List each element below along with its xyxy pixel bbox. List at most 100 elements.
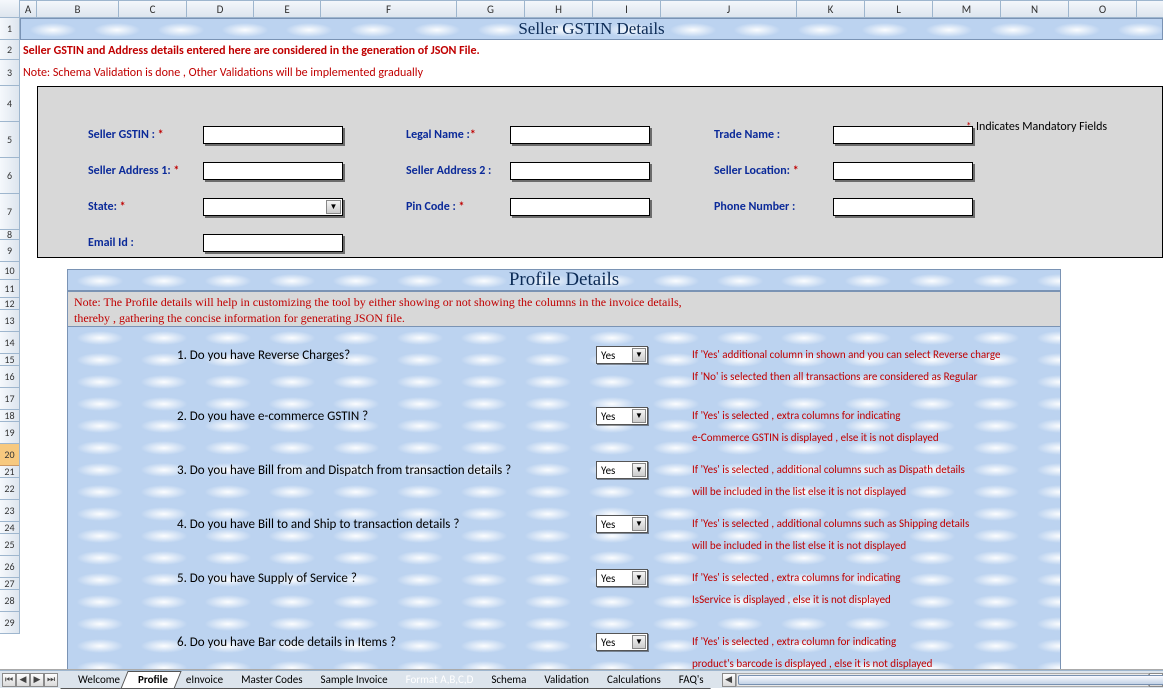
input-seller-gstin[interactable] — [203, 126, 343, 144]
tab-nav-last[interactable]: ⏭ — [44, 673, 58, 687]
row-header-17[interactable]: 17 — [0, 388, 19, 410]
label-seller-addr1: Seller Address 1: * — [88, 164, 179, 178]
col-header-C[interactable]: C — [119, 0, 187, 17]
select-all-corner[interactable] — [0, 0, 20, 18]
row-header-21[interactable]: 21 — [0, 466, 19, 478]
tab-nav-next[interactable]: ▶ — [30, 673, 44, 687]
profile-title: Profile Details — [67, 269, 1061, 291]
col-header-G[interactable]: G — [457, 0, 525, 17]
question-5: 5. Do you have Supply of Service ? — [177, 571, 357, 586]
row-header-23[interactable]: 23 — [0, 500, 19, 522]
row-header-3[interactable]: 3 — [0, 60, 19, 86]
row-header-29[interactable]: 29 — [0, 612, 19, 634]
col-header-E[interactable]: E — [254, 0, 321, 17]
column-headers[interactable]: ABCDEFGHIJKLMNOPQ — [20, 0, 1163, 18]
question-4: 4. Do you have Bill to and Ship to trans… — [177, 517, 459, 532]
sheet-tab-welcome[interactable]: Welcome — [64, 671, 130, 689]
select-question-3[interactable]: Yes▼ — [596, 461, 648, 479]
row-header-28[interactable]: 28 — [0, 590, 19, 612]
row-header-2[interactable]: 2 — [0, 40, 19, 60]
sheet-tab-faq-s[interactable]: FAQ's — [665, 671, 714, 689]
col-header-A[interactable]: A — [20, 0, 37, 17]
row-header-27[interactable]: 27 — [0, 578, 19, 590]
row-header-5[interactable]: 5 — [0, 122, 19, 158]
help-2-l1: If 'Yes' is selected , extra columns for… — [692, 409, 900, 423]
sheet-tab-einvoice[interactable]: eInvoice — [172, 671, 233, 689]
col-header-H[interactable]: H — [525, 0, 593, 17]
input-seller-location[interactable] — [833, 162, 973, 180]
chevron-down-icon: ▼ — [632, 635, 646, 649]
row-header-4[interactable]: 4 — [0, 86, 19, 122]
input-pin[interactable] — [510, 198, 650, 216]
col-header-J[interactable]: J — [661, 0, 797, 17]
sheet-tabs-bar: ⏮ ◀ ▶ ⏭ WelcomeProfile eInvoice Master Cod… — [0, 670, 1163, 688]
row-header-14[interactable]: 14 — [0, 332, 19, 354]
col-header-O[interactable]: O — [1069, 0, 1137, 17]
select-question-1[interactable]: Yes▼ — [596, 346, 648, 364]
tab-label: eInvoice — [186, 673, 223, 686]
col-header-I[interactable]: I — [593, 0, 661, 17]
sheet-tab-validation[interactable]: Validation — [530, 671, 599, 689]
scroll-thumb[interactable] — [738, 675, 1163, 685]
row-header-16[interactable]: 16 — [0, 366, 19, 388]
tab-nav-prev[interactable]: ◀ — [16, 673, 30, 687]
row-header-9[interactable]: 9 — [0, 240, 19, 262]
row-header-13[interactable]: 13 — [0, 310, 19, 332]
row-header-22[interactable]: 22 — [0, 478, 19, 500]
select-question-5[interactable]: Yes▼ — [596, 569, 648, 587]
sheet-tab-format-a-b-c-d[interactable]: Format A,B,C,D — [392, 671, 484, 689]
chevron-down-icon: ▼ — [632, 571, 646, 585]
row-header-15[interactable]: 15 — [0, 354, 19, 366]
col-header-K[interactable]: K — [797, 0, 865, 17]
help-4-l1: If 'Yes' is selected , additional column… — [692, 517, 969, 531]
col-header-D[interactable]: D — [187, 0, 254, 17]
title-text: Seller GSTIN Details — [518, 19, 664, 39]
col-header-B[interactable]: B — [37, 0, 119, 17]
row-header-8[interactable]: 8 — [0, 230, 19, 240]
row-header-19[interactable]: 19 — [0, 422, 19, 444]
input-email[interactable] — [203, 234, 343, 252]
sheet-tab-schema[interactable]: Schema — [477, 671, 536, 689]
col-header-M[interactable]: M — [933, 0, 1001, 17]
sheet-tab-calculations[interactable]: Calculations — [593, 671, 671, 689]
label-phone: Phone Number : — [714, 200, 795, 214]
row-header-10[interactable]: 10 — [0, 262, 19, 280]
sheet-tab-sample-invoice[interactable]: Sample Invoice — [307, 671, 398, 689]
row-header-18[interactable]: 18 — [0, 410, 19, 422]
scroll-track[interactable] — [736, 673, 1149, 687]
row-headers[interactable]: 1234567891011121314151617181920212223242… — [0, 18, 20, 634]
chevron-down-icon: ▼ — [326, 200, 341, 214]
label-email: Email Id : — [88, 236, 134, 250]
select-state[interactable]: ▼ — [203, 198, 343, 216]
row-header-11[interactable]: 11 — [0, 280, 19, 298]
row-header-12[interactable]: 12 — [0, 298, 19, 310]
col-header-N[interactable]: N — [1001, 0, 1069, 17]
input-seller-addr2[interactable] — [510, 162, 650, 180]
row-header-25[interactable]: 25 — [0, 534, 19, 556]
row-header-26[interactable]: 26 — [0, 556, 19, 578]
row-header-1[interactable]: 1 — [0, 18, 19, 40]
h-scroll: ◀ ▶ — [722, 673, 1163, 687]
input-phone[interactable] — [833, 198, 973, 216]
col-header-L[interactable]: L — [865, 0, 933, 17]
col-header-F[interactable]: F — [321, 0, 457, 17]
sheet-tab-profile[interactable]: Profile — [124, 671, 178, 689]
select-question-6[interactable]: Yes▼ — [596, 633, 648, 651]
row-header-7[interactable]: 7 — [0, 194, 19, 230]
row-header-24[interactable]: 24 — [0, 522, 19, 534]
select-question-4[interactable]: Yes▼ — [596, 515, 648, 533]
row-header-6[interactable]: 6 — [0, 158, 19, 194]
tab-nav-first[interactable]: ⏮ — [2, 673, 16, 687]
select-question-2[interactable]: Yes▼ — [596, 407, 648, 425]
label-seller-location: Seller Location: * — [714, 164, 799, 178]
input-seller-addr1[interactable] — [203, 162, 343, 180]
help-2-l2: e-Commerce GSTIN is displayed , else it … — [692, 431, 939, 445]
input-legal-name[interactable] — [510, 126, 650, 144]
col-header-P[interactable]: P — [1137, 0, 1163, 17]
scroll-left-button[interactable]: ◀ — [722, 673, 736, 687]
sheet-tab-master-codes[interactable]: Master Codes — [227, 671, 312, 689]
input-trade-name[interactable] — [833, 126, 973, 144]
tab-nav-buttons: ⏮ ◀ ▶ ⏭ — [0, 673, 60, 687]
tab-label: FAQ's — [679, 673, 704, 686]
row-header-20[interactable]: 20 — [0, 444, 19, 466]
